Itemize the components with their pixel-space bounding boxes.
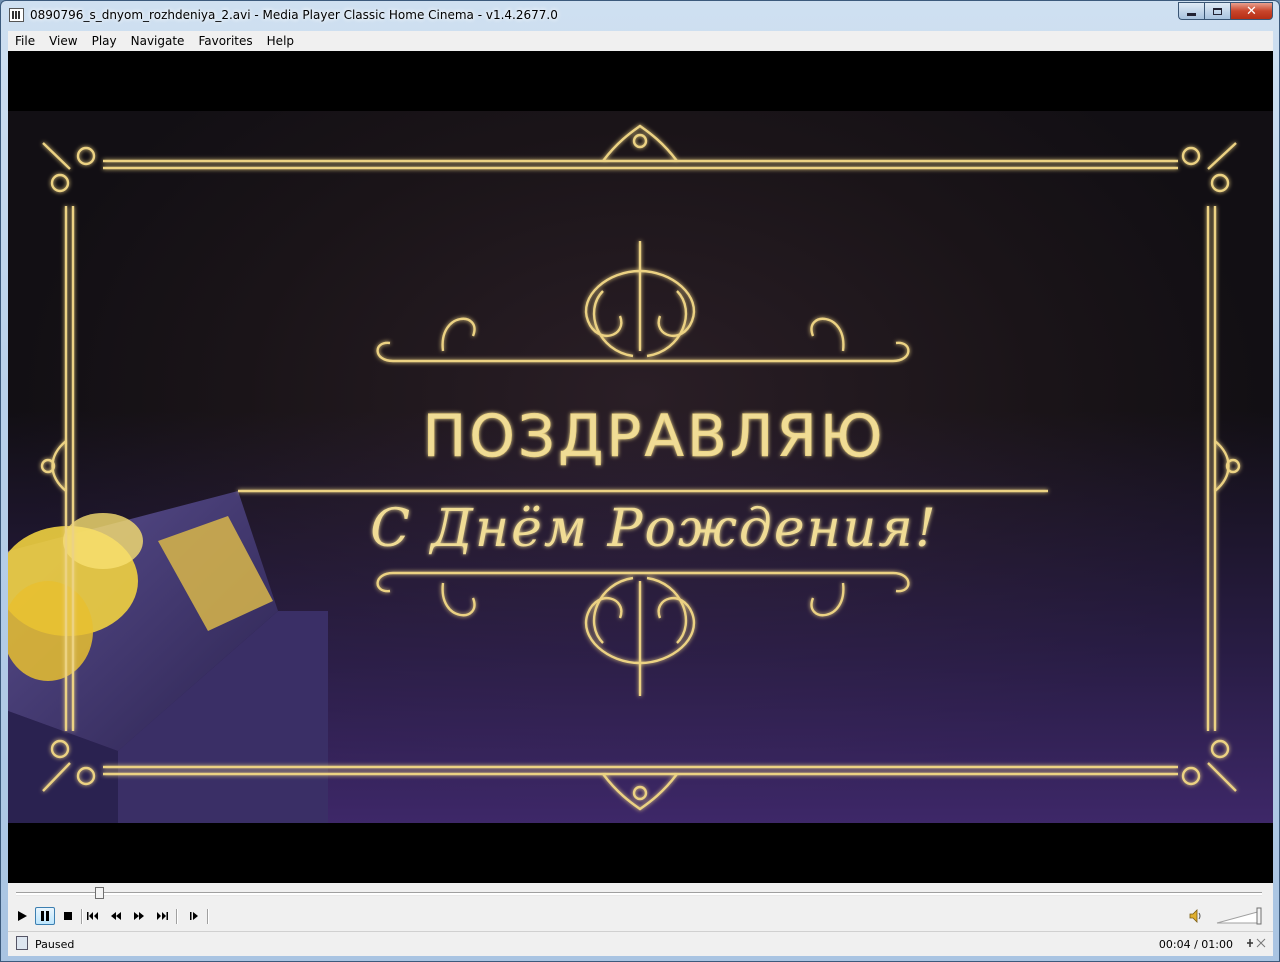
greeting-line-2: С Днём Рождения! [370,499,937,559]
skip-forward-icon [157,912,168,920]
greeting-text: ПОЗДРАВЛЯЮ С Днём Рождения! [370,402,937,559]
video-frame: ПОЗДРАВЛЯЮ С Днём Рождения! [8,111,1273,823]
minimize-icon [1187,12,1196,16]
status-file-icon [16,936,28,950]
minimize-button[interactable] [1178,2,1204,20]
separator [207,909,209,924]
menu-help[interactable]: Help [260,31,301,51]
mute-button[interactable] [1186,907,1206,925]
rewind-icon [111,912,121,920]
volume-wedge-icon [1216,907,1262,925]
fast-forward-button[interactable] [129,907,149,925]
separator [176,909,178,924]
previous-button[interactable] [83,907,103,925]
close-button[interactable]: ✕ [1230,2,1273,20]
maximize-icon [1213,7,1222,15]
playback-state: Paused [35,938,75,951]
pause-icon [41,911,49,921]
signal-icon [1245,937,1267,949]
volume-slider[interactable] [1215,907,1265,925]
menu-file[interactable]: File [8,31,42,51]
pause-button[interactable] [35,907,55,925]
seek-track[interactable] [16,892,1262,896]
fast-forward-icon [134,912,144,920]
video-area[interactable]: ПОЗДРАВЛЯЮ С Днём Рождения! [8,51,1273,883]
menu-play[interactable]: Play [85,31,124,51]
speaker-icon [1189,909,1201,923]
frame-step-icon [190,912,198,920]
time-display[interactable]: 00:04 / 01:00 [1159,938,1233,951]
menu-favorites[interactable]: Favorites [191,31,259,51]
control-bar [8,905,1273,927]
play-icon [18,911,27,921]
rewind-button[interactable] [106,907,126,925]
seek-thumb[interactable] [94,887,104,899]
menu-navigate[interactable]: Navigate [124,31,192,51]
title-bar[interactable]: 0890796_s_dnyom_rozhdeniya_2.avi - Media… [1,1,1279,31]
play-button[interactable] [12,907,32,925]
stop-icon [64,912,72,920]
stop-button[interactable] [58,907,78,925]
window-title: 0890796_s_dnyom_rozhdeniya_2.avi - Media… [30,8,558,22]
app-icon[interactable] [9,8,24,22]
close-icon: ✕ [1246,3,1257,19]
caption-buttons: ✕ [1178,2,1273,22]
status-bar: Paused 00:04 / 01:00 [8,931,1273,956]
client-area: File View Play Navigate Favorites Help П… [8,31,1273,956]
frame-step-button[interactable] [184,907,204,925]
ornament-graphics: ПОЗДРАВЛЯЮ С Днём Рождения! [8,124,1241,823]
menu-view[interactable]: View [42,31,84,51]
next-button[interactable] [152,907,172,925]
player-window: 0890796_s_dnyom_rozhdeniya_2.avi - Media… [0,0,1280,962]
maximize-button[interactable] [1204,2,1230,20]
seek-area [8,883,1273,905]
menu-bar: File View Play Navigate Favorites Help [8,31,1273,51]
skip-back-icon [87,912,98,920]
greeting-line-1: ПОЗДРАВЛЯЮ [423,402,886,470]
